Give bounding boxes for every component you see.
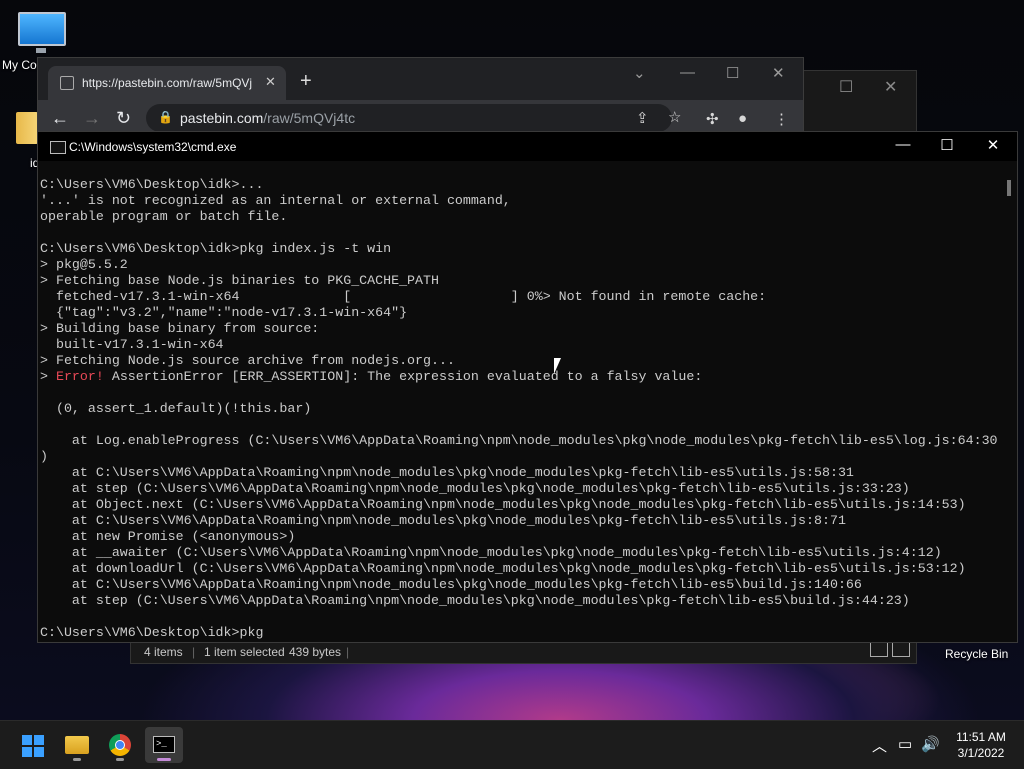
console-line: > pkg@5.5.2 [40,257,128,272]
close-tab-icon[interactable]: ✕ [265,74,276,90]
profile-icon[interactable]: ● [738,110,747,127]
recycle-bin-label[interactable]: Recycle Bin [945,647,1008,661]
console-line: C:\Users\VM6\Desktop\idk>pkg [40,625,264,639]
minimize-icon[interactable]: — [883,136,923,153]
console-line: {"tag":"v3.2","name":"node-v17.3.1-win-x… [40,305,408,320]
console-line: > Error! AssertionError [ERR_ASSERTION]:… [40,369,703,384]
console-line: built-v17.3.1-win-x64 [40,337,224,352]
url-host: pastebin.com [180,110,264,126]
console-line: at Object.next (C:\Users\VM6\AppData\Roa… [40,497,966,512]
maximize-icon[interactable]: ☐ [927,136,967,154]
taskbar-cmd[interactable]: >_ [145,727,183,763]
windows-logo-icon [22,735,44,757]
console-line: at new Promise (<anonymous>) [40,529,296,544]
page-favicon-icon [60,76,74,90]
details-view-icon[interactable] [870,641,888,657]
console-line: at __awaiter (C:\Users\VM6\AppData\Roami… [40,545,942,560]
scrollbar[interactable] [1003,172,1015,638]
maximize-icon[interactable]: ☐ [726,64,739,82]
status-item-count: 4 items [144,645,183,659]
extensions-icon[interactable]: ✣ [706,110,719,128]
taskbar-chrome[interactable] [101,727,139,763]
network-icon[interactable]: ▭ [898,735,912,753]
clock-date: 3/1/2022 [957,746,1005,760]
menu-icon[interactable]: ⋮ [774,110,789,128]
cmd-window: C:\Windows\system32\cmd.exe — ☐ ✕ C:\Use… [37,131,1018,643]
window-title: C:\Windows\system32\cmd.exe [69,140,237,154]
error-label: Error! [55,369,104,384]
console-line: ) [40,449,48,464]
console-line: C:\Users\VM6\Desktop\idk>pkg index.js -t… [40,241,392,256]
taskbar-file-explorer[interactable] [58,727,96,763]
scrollbar-thumb[interactable] [1007,180,1011,196]
console-line: C:\Users\VM6\Desktop\idk>... [40,177,264,192]
file-explorer-icon [65,736,89,754]
console-output[interactable]: C:\Users\VM6\Desktop\idk>... '...' is not… [40,177,1000,639]
forward-icon[interactable]: → [83,108,101,129]
close-icon[interactable]: ✕ [973,136,1013,154]
back-icon[interactable]: ← [51,108,69,129]
tab-title: https://pastebin.com/raw/5mQVj [82,76,253,90]
lock-icon: 🔒 [158,110,173,124]
desktop-icon-label: My Co [2,58,37,72]
console-line: at C:\Users\VM6\AppData\Roaming\npm\node… [40,513,846,528]
console-line: fetched-v17.3.1-win-x64 [ ] 0%> Not foun… [40,289,767,304]
taskbar: >_ ︿ ▭ 🔊 11:51 AM 3/1/2022 [0,720,1024,769]
monitor-icon [18,12,66,46]
new-tab-icon[interactable]: + [300,70,312,93]
cmd-titlebar[interactable]: C:\Windows\system32\cmd.exe — ☐ ✕ [38,132,1017,161]
bookmark-star-icon[interactable]: ☆ [668,108,681,126]
maximize-icon[interactable]: ☐ [839,77,853,97]
status-bar: 4 items | 1 item selected 439 bytes | [131,641,916,663]
console-line: operable program or batch file. [40,209,288,224]
address-bar[interactable]: 🔒 pastebin.com/raw/5mQVj4tc ⇪ ☆ [146,104,681,132]
minimize-icon[interactable]: — [680,64,695,81]
mouse-cursor-icon [554,358,561,374]
console-line: at Log.enableProgress (C:\Users\VM6\AppD… [40,433,998,448]
cmd-app-icon [50,141,66,154]
large-icons-view-icon[interactable] [892,641,910,657]
volume-icon[interactable]: 🔊 [921,735,940,753]
clock-time: 11:51 AM [956,730,1006,744]
console-line: at step (C:\Users\VM6\AppData\Roaming\np… [40,593,910,608]
console-line: > Fetching Node.js source archive from n… [40,353,455,368]
console-line: at C:\Users\VM6\AppData\Roaming\npm\node… [40,465,854,480]
console-line: > Fetching base Node.js binaries to PKG_… [40,273,439,288]
console-line: at C:\Users\VM6\AppData\Roaming\npm\node… [40,577,862,592]
share-icon[interactable]: ⇪ [636,109,649,127]
status-selected: 1 item selected [204,645,285,659]
console-line: > Building base binary from source: [40,321,320,336]
status-size: 439 bytes [289,645,342,659]
console-line: '...' is not recognized as an internal o… [40,193,511,208]
close-icon[interactable]: ✕ [884,77,897,97]
reload-icon[interactable]: ↻ [116,108,131,129]
browser-tab[interactable]: https://pastebin.com/raw/5mQVj ✕ [48,66,286,100]
close-icon[interactable]: ✕ [772,64,785,82]
console-line: at downloadUrl (C:\Users\VM6\AppData\Roa… [40,561,966,576]
terminal-icon: >_ [153,736,175,753]
folder-icon [16,112,38,144]
chrome-icon [109,734,131,756]
url-path: /raw/5mQVj4tc [263,110,356,126]
console-line: (0, assert_1.default)(!this.bar) [40,401,312,416]
tab-search-icon[interactable]: ⌄ [633,64,646,82]
show-hidden-icons-chevron-icon[interactable]: ︿ [872,735,887,756]
console-line: at step (C:\Users\VM6\AppData\Roaming\np… [40,481,910,496]
start-button[interactable] [13,727,51,763]
taskbar-clock[interactable]: 11:51 AM 3/1/2022 [948,729,1014,761]
